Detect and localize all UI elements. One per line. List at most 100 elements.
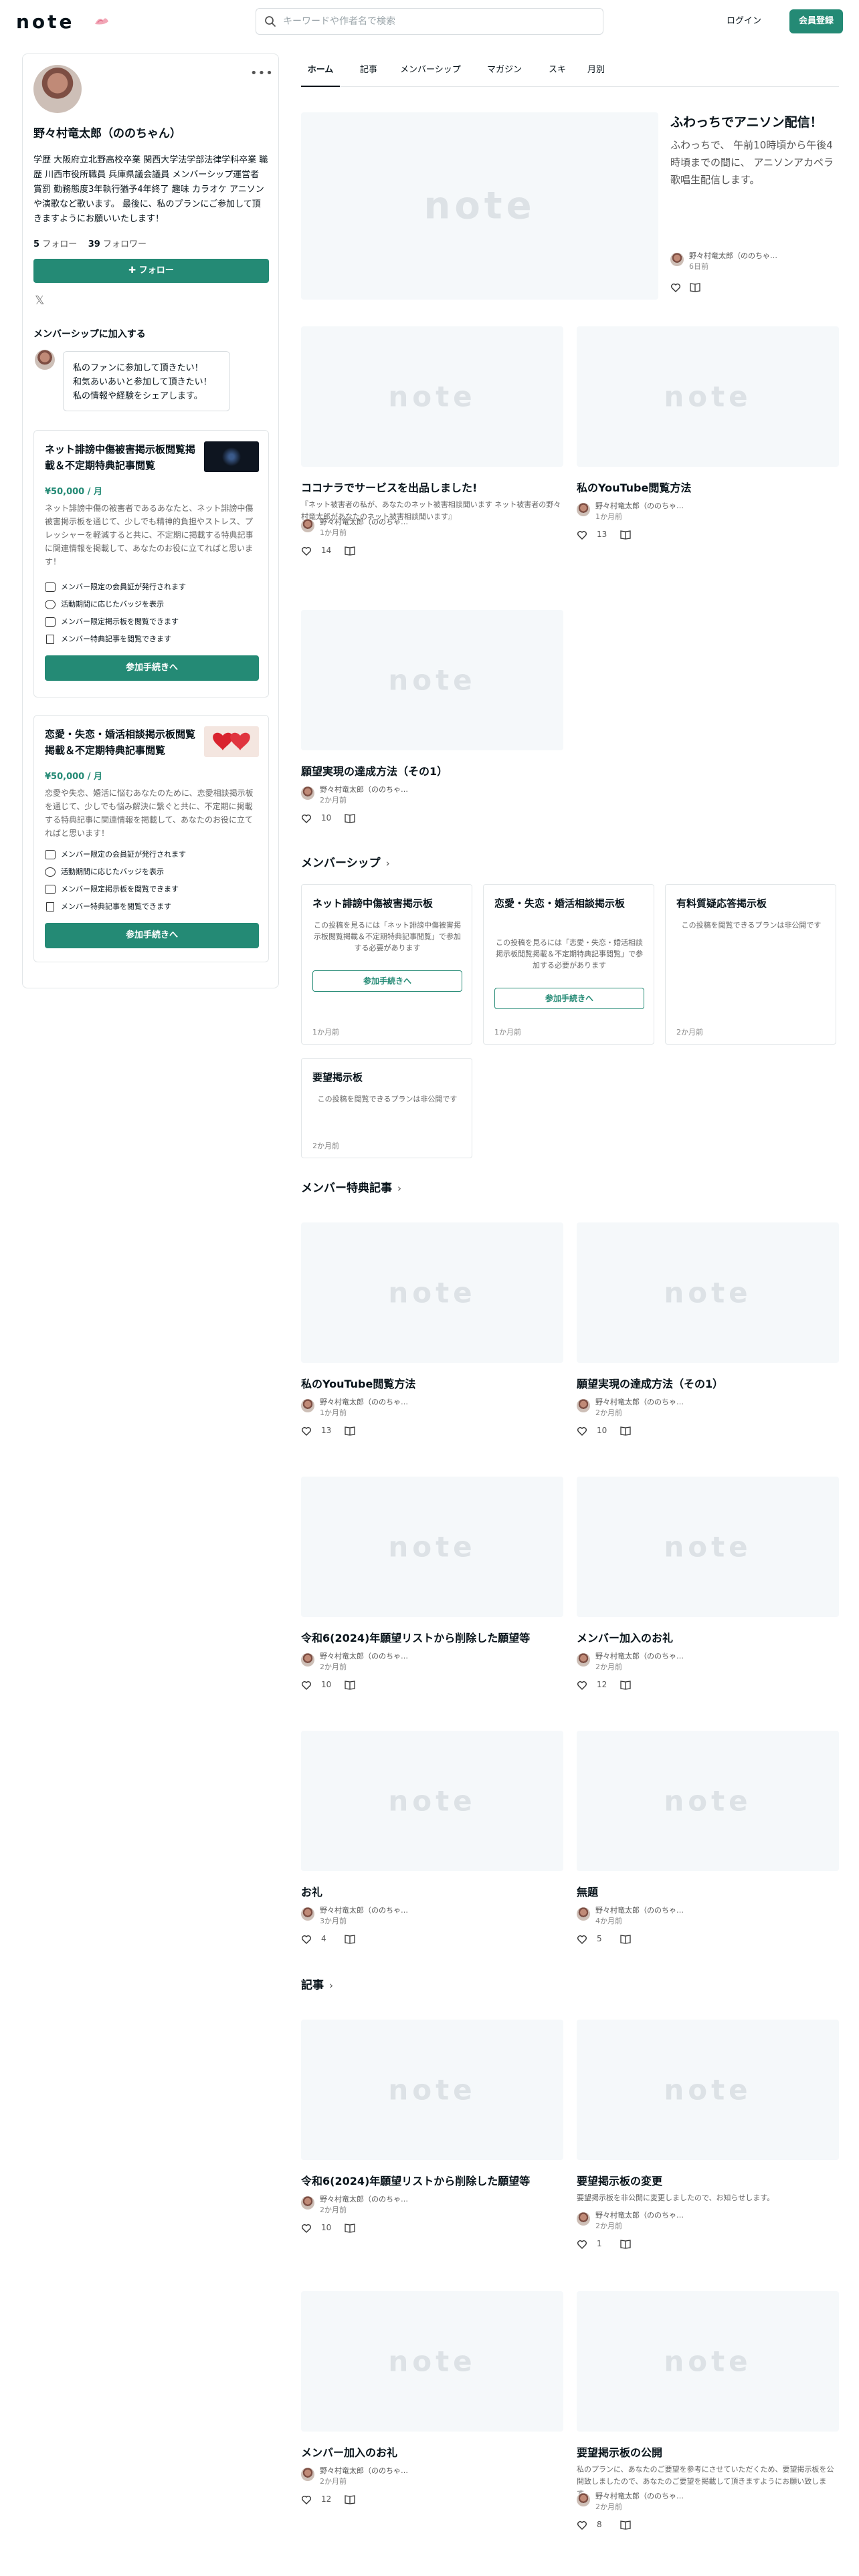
x-twitter-icon[interactable]: 𝕏 [35,294,45,308]
article-title[interactable]: 要望掲示板の公開 [577,2444,662,2460]
magazine-add-icon[interactable] [619,530,632,540]
tab-monthly[interactable]: 月別 [587,60,605,87]
heart-icon[interactable] [301,2494,312,2505]
author-name[interactable]: 野々村竜太郎（ののちゃ… [595,2490,684,2501]
magazine-add-icon[interactable] [344,546,356,556]
author-avatar[interactable] [577,503,590,516]
featured-article[interactable]: note ふわっちでアニソン配信！ ふわっちで、 午前10時頃から午後4時頃まで… [301,112,839,300]
follow-count[interactable]: 5 [33,239,39,249]
author-avatar[interactable] [670,253,684,266]
magazine-add-icon[interactable] [344,1426,356,1436]
heart-icon[interactable] [301,1934,312,1945]
board-title[interactable]: 恋愛・失恋・婚活相談掲示板 [494,895,648,911]
magazine-add-icon[interactable] [344,1934,356,1945]
magazine-add-icon[interactable] [619,1426,632,1436]
plan-title[interactable]: 恋愛・失恋・婚活相談掲示板閲覧掲載＆不定期特典記事閲覧 [45,726,199,758]
author-name[interactable]: 野々村竜太郎（ののちゃ… [689,250,777,261]
author-name[interactable]: 野々村竜太郎（ののちゃ… [595,1650,684,1661]
tab-membership[interactable]: メンバーシップ [400,60,461,87]
article-thumbnail[interactable]: note [301,2020,563,2160]
article-thumbnail[interactable]: note [577,326,839,467]
heart-icon[interactable] [301,2223,312,2234]
article-title[interactable]: 願望実現の達成方法（その1） [577,1375,723,1391]
magazine-add-icon[interactable] [344,1680,356,1691]
magazine-add-icon[interactable] [619,2239,632,2250]
follow-button[interactable]: ✚ フォロー [33,259,269,283]
author-name[interactable]: 野々村竜太郎（ののちゃ… [595,1905,684,1915]
follower-label[interactable]: フォロワー [103,239,147,249]
magazine-add-icon[interactable] [344,2223,356,2234]
tab-likes[interactable]: スキ [549,60,566,87]
author-name[interactable]: 野々村竜太郎（ののちゃ… [595,1396,684,1407]
author-name[interactable]: 野々村竜太郎（ののちゃ… [595,2210,684,2220]
membership-board-card[interactable]: 有料質疑応答掲示板 この投稿を閲覧できるプランは非公開です 2か月前 [665,884,836,1045]
article-title[interactable]: 令和6(2024)年願望リストから削除した願望等 [301,1629,530,1645]
plan-title[interactable]: ネット誹謗中傷被害掲示板閲覧掲載＆不定期特典記事閲覧 [45,441,199,473]
heart-icon[interactable] [577,530,587,540]
author-avatar[interactable] [301,1907,314,1921]
heart-icon[interactable] [577,2520,587,2531]
author-avatar[interactable] [577,1653,590,1667]
article-title[interactable]: 私のYouTube閲覧方法 [577,479,691,495]
heart-icon[interactable] [577,1934,587,1945]
plan-join-button[interactable]: 参加手続きへ [45,655,259,681]
article-title[interactable]: お礼 [301,1883,322,1899]
article-thumbnail[interactable]: note [301,1222,563,1363]
author-name[interactable]: 野々村竜太郎（ののちゃ… [320,1396,408,1407]
heart-icon[interactable] [577,1426,587,1436]
magazine-add-icon[interactable] [689,282,701,293]
article-title[interactable]: 令和6(2024)年願望リストから削除した願望等 [301,2172,530,2188]
board-title[interactable]: ネット誹謗中傷被害掲示板 [312,895,466,911]
magazine-add-icon[interactable] [619,2520,632,2531]
board-title[interactable]: 要望掲示板 [312,1069,466,1085]
author-avatar[interactable] [577,1907,590,1921]
author-name[interactable]: 野々村竜太郎（ののちゃ… [595,500,684,511]
articles-section-heading[interactable]: 記事 › [301,1975,333,1992]
author-avatar[interactable] [577,2212,590,2226]
article-title[interactable]: 願望実現の達成方法（その1） [301,762,448,778]
board-join-button[interactable]: 参加手続きへ [312,970,462,992]
author-avatar[interactable] [577,2493,590,2506]
search-box[interactable] [256,8,603,35]
article-title[interactable]: メンバー加入のお礼 [577,1629,673,1645]
article-thumbnail[interactable]: note [301,2291,563,2432]
board-join-button[interactable]: 参加手続きへ [494,988,644,1009]
article-thumbnail[interactable]: note [577,1477,839,1617]
author-avatar[interactable] [301,519,314,532]
article-thumbnail[interactable]: note [577,2020,839,2160]
author-name[interactable]: 野々村竜太郎（ののちゃ… [320,2193,408,2204]
tab-magazine[interactable]: マガジン [487,60,522,87]
author-name[interactable]: 野々村竜太郎（ののちゃ… [320,1905,408,1915]
magazine-add-icon[interactable] [344,2494,356,2505]
heart-icon[interactable] [301,546,312,556]
magazine-add-icon[interactable] [344,813,356,824]
article-thumbnail[interactable]: note [577,1731,839,1871]
article-title[interactable]: 要望掲示板の変更 [577,2172,662,2188]
plan-join-button[interactable]: 参加手続きへ [45,923,259,948]
heart-icon[interactable] [670,282,681,293]
article-title[interactable]: 私のYouTube閲覧方法 [301,1375,415,1391]
more-options-icon[interactable]: ••• [250,66,273,80]
heart-icon[interactable] [301,1426,312,1436]
author-name[interactable]: 野々村竜太郎（ののちゃ… [320,2465,408,2476]
board-title[interactable]: 有料質疑応答掲示板 [676,895,830,911]
heart-icon[interactable] [301,813,312,824]
profile-avatar[interactable] [33,65,82,113]
search-input[interactable] [283,9,597,34]
magazine-add-icon[interactable] [619,1680,632,1691]
membership-board-card[interactable]: 恋愛・失恋・婚活相談掲示板 この投稿を見るには「恋愛・失恋・婚活相談掲示板閲覧掲載… [483,884,654,1045]
article-thumbnail[interactable]: note [301,610,563,750]
author-avatar[interactable] [301,786,314,800]
article-thumbnail[interactable]: note [301,1477,563,1617]
author-avatar[interactable] [301,2196,314,2210]
article-thumbnail[interactable]: note [301,1731,563,1871]
heart-icon[interactable] [577,2239,587,2250]
note-logo[interactable]: note [16,11,75,33]
author-name[interactable]: 野々村竜太郎（ののちゃ… [320,516,408,527]
perk-articles-heading[interactable]: メンバー特典記事 › [301,1178,401,1195]
membership-section-heading[interactable]: メンバーシップ › [301,853,390,870]
author-avatar[interactable] [301,2468,314,2481]
signup-button[interactable]: 会員登録 [789,9,843,33]
article-thumbnail[interactable]: note [577,1222,839,1363]
article-title[interactable]: 無題 [577,1883,598,1899]
